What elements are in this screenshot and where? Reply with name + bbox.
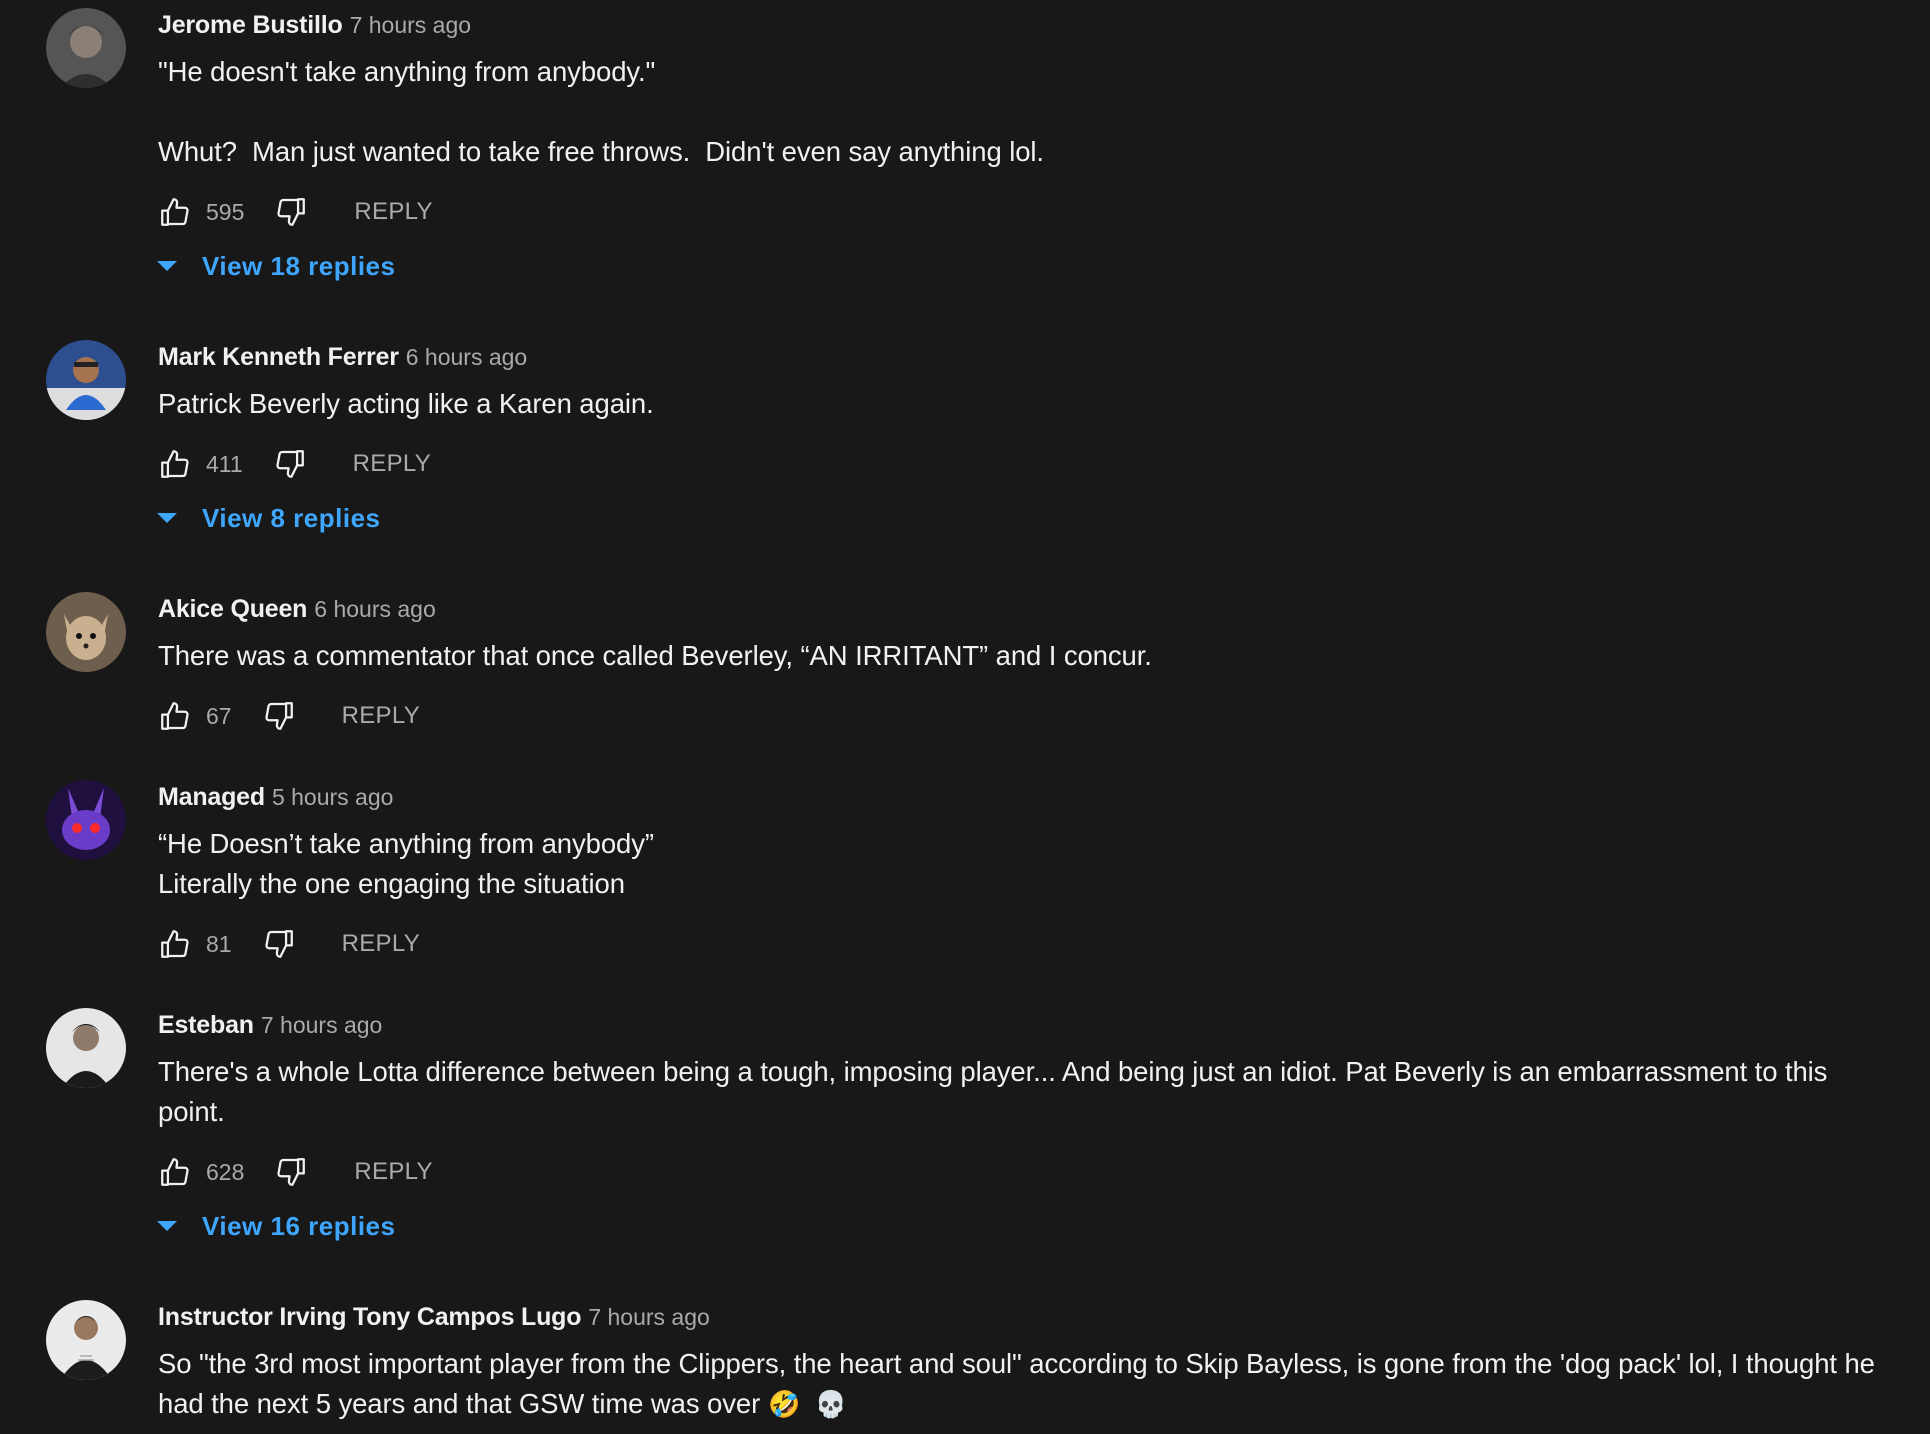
like-count: 67: [206, 702, 232, 729]
comment-timestamp[interactable]: 6 hours ago: [314, 596, 435, 622]
like-count: 81: [206, 930, 232, 957]
reply-button[interactable]: REPLY: [354, 1158, 432, 1186]
comment-text: There was a commentator that once called…: [158, 640, 1152, 671]
avatar[interactable]: [46, 780, 126, 860]
reply-button[interactable]: REPLY: [354, 198, 432, 226]
comment-author[interactable]: Managed: [158, 783, 265, 811]
comment-timestamp[interactable]: 7 hours ago: [588, 1304, 709, 1330]
thumbs-up-icon[interactable]: [158, 195, 192, 229]
caret-down-icon: [156, 511, 178, 525]
view-replies-label: View 8 replies: [202, 502, 381, 533]
view-replies-button[interactable]: View 18 replies: [156, 246, 1886, 286]
like-count: 411: [206, 450, 243, 477]
avatar[interactable]: [46, 340, 126, 420]
comment-text: So "the 3rd most important player from t…: [158, 1344, 1886, 1424]
like-count: 628: [206, 1158, 245, 1185]
thumbs-up-icon[interactable]: [158, 447, 192, 481]
view-replies-label: View 18 replies: [202, 250, 396, 281]
thumbs-down-icon[interactable]: [274, 195, 308, 229]
avatar[interactable]: [46, 1300, 126, 1380]
view-replies-label: View 16 replies: [202, 1210, 396, 1241]
comment-author[interactable]: Esteban: [158, 1011, 254, 1039]
comment-author[interactable]: Jerome Bustillo: [158, 11, 343, 39]
view-replies-button[interactable]: View 16 replies: [156, 1206, 1886, 1246]
avatar[interactable]: [46, 592, 126, 672]
thumbs-up-icon[interactable]: [158, 699, 192, 733]
caret-down-icon: [156, 1219, 178, 1233]
comment-author[interactable]: Mark Kenneth Ferrer: [158, 343, 399, 371]
comment-timestamp[interactable]: 5 hours ago: [272, 784, 393, 810]
thumbs-down-icon[interactable]: [262, 927, 296, 961]
caret-down-icon: [156, 259, 178, 273]
comment-actions: 595 REPLY: [158, 192, 1886, 232]
thumbs-up-icon[interactable]: [158, 1155, 192, 1189]
comment-emoji: 🤣 💀: [768, 1389, 847, 1419]
like-count: 595: [206, 198, 245, 225]
comment-actions: 81 REPLY: [158, 924, 1886, 964]
comment-timestamp[interactable]: 7 hours ago: [261, 1012, 382, 1038]
comment-actions: 67 REPLY: [158, 696, 1886, 736]
view-replies-button[interactable]: View 8 replies: [156, 498, 1886, 538]
comment-text: "He doesn't take anything from anybody."…: [158, 56, 1044, 167]
comment-author[interactable]: Akice Queen: [158, 595, 307, 623]
comment-author[interactable]: Instructor Irving Tony Campos Lugo: [158, 1303, 582, 1331]
comment-text: Patrick Beverly acting like a Karen agai…: [158, 388, 654, 419]
comment-actions: 411 REPLY: [158, 444, 1886, 484]
reply-button[interactable]: REPLY: [342, 702, 420, 730]
comment-timestamp[interactable]: 7 hours ago: [350, 12, 471, 38]
comments-section: Jerome Bustillo 7 hours ago "He doesn't t…: [0, 0, 1930, 1434]
thumbs-up-icon[interactable]: [158, 927, 192, 961]
thumbs-down-icon[interactable]: [273, 447, 307, 481]
avatar[interactable]: [46, 1008, 126, 1088]
comment-actions: 628 REPLY: [158, 1152, 1886, 1192]
thumbs-down-icon[interactable]: [274, 1155, 308, 1189]
comment-text-content: So "the 3rd most important player from t…: [158, 1348, 1883, 1419]
reply-button[interactable]: REPLY: [342, 930, 420, 958]
avatar[interactable]: [46, 8, 126, 88]
comment-text: “He Doesn’t take anything from anybody” …: [158, 828, 654, 899]
thumbs-down-icon[interactable]: [262, 699, 296, 733]
reply-button[interactable]: REPLY: [353, 450, 431, 478]
comment-text: There's a whole Lotta difference between…: [158, 1056, 1835, 1127]
comment-timestamp[interactable]: 6 hours ago: [406, 344, 527, 370]
